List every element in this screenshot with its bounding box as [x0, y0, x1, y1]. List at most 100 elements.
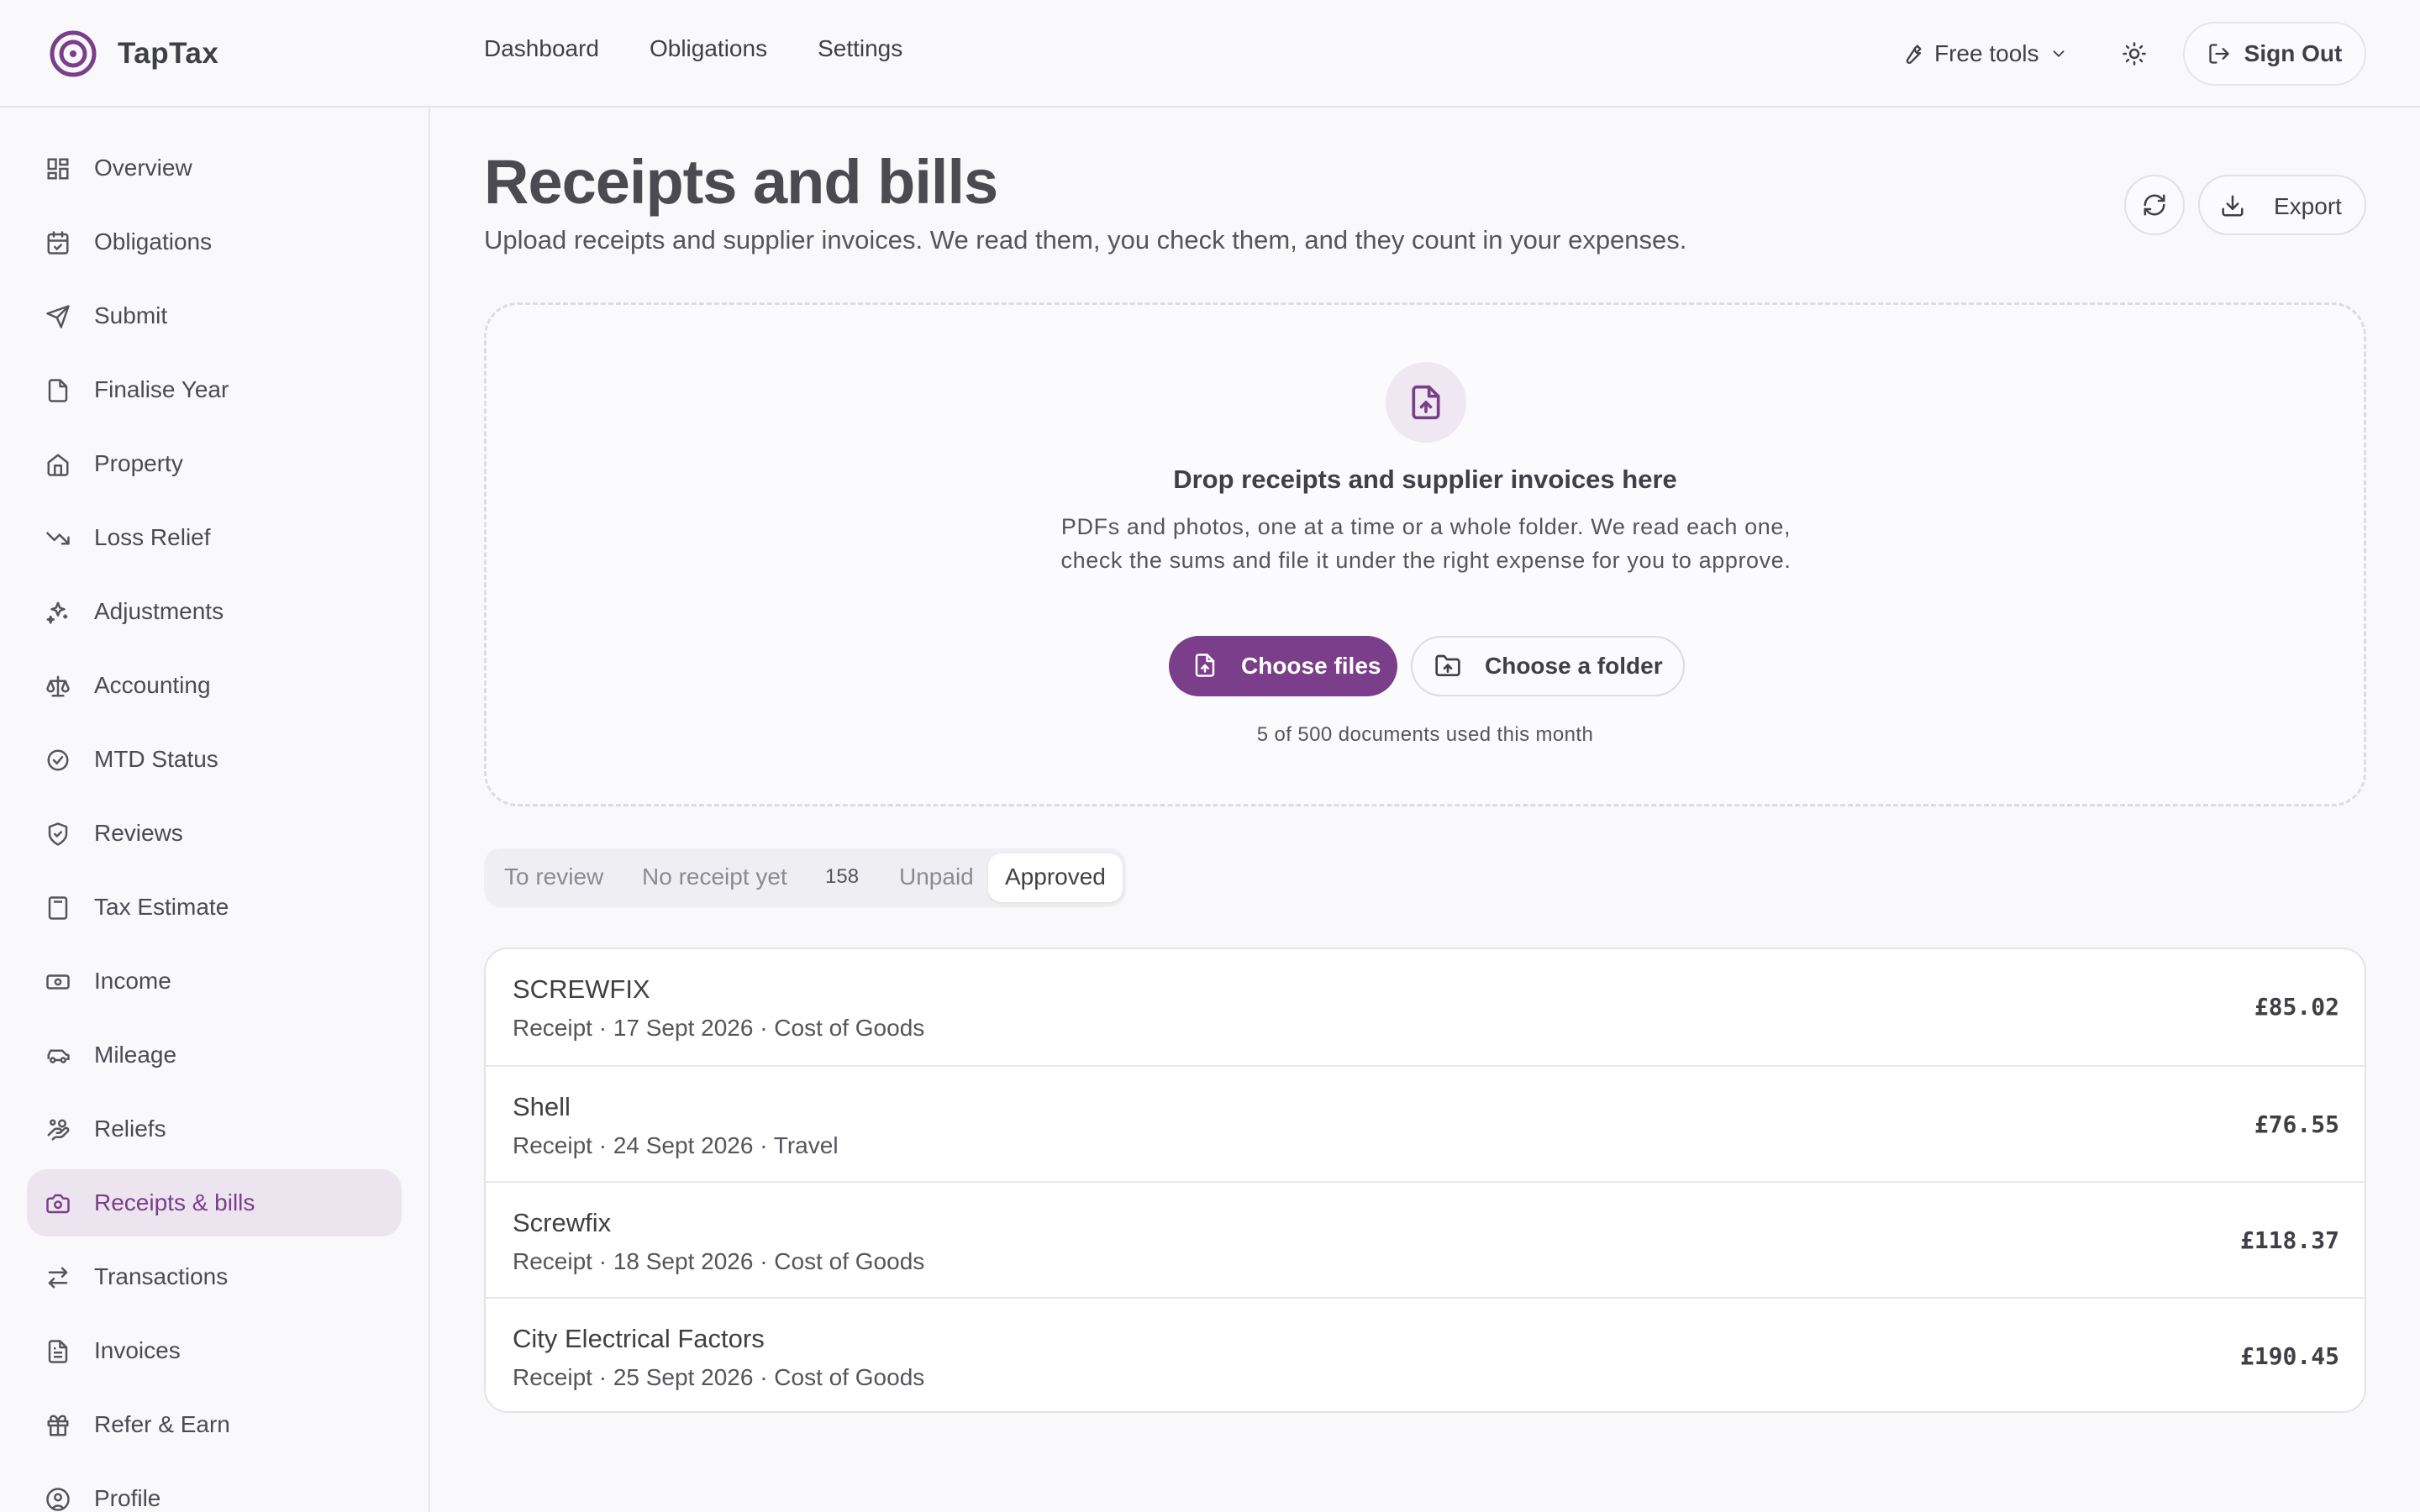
sidebar-item-accounting[interactable]: Accounting [27, 652, 402, 719]
sidebar-item-receipts-bills[interactable]: Receipts & bills [27, 1169, 402, 1236]
dropzone-description: PDFs and photos, one at a time or a whol… [1060, 514, 1791, 573]
app-name: TapTax [118, 37, 219, 70]
theme-toggle-button[interactable] [2118, 37, 2151, 71]
choose-folder-button[interactable]: Choose a folder [1411, 636, 1685, 696]
nav-obligations[interactable]: Obligations [650, 35, 767, 62]
sidebar-item-transactions[interactable]: Transactions [27, 1243, 402, 1310]
hand-coins-icon [47, 1119, 70, 1141]
receipt-meta: Receipt · 17 Sept 2026 · Cost of Goods [513, 1015, 925, 1041]
sidebar-item-label: Transactions [94, 1263, 229, 1289]
sidebar-item-label: Adjustments [94, 598, 224, 624]
receipt-supplier: City Electrical Factors [513, 1324, 765, 1353]
sidebar-item-tax-estimate[interactable]: Tax Estimate [27, 874, 402, 941]
chevron-down-icon [2053, 50, 2064, 58]
sidebar-item-label: Mileage [94, 1042, 177, 1068]
sidebar-item-loss-relief[interactable]: Loss Relief [27, 504, 402, 571]
folder-upload-icon [1435, 654, 1460, 676]
calendar-check-icon [47, 231, 69, 255]
list-item[interactable]: City Electrical Factors Receipt · 25 Sep… [486, 1297, 2365, 1411]
calculator-icon [48, 896, 68, 920]
sidebar-item-reviews[interactable]: Reviews [27, 800, 402, 867]
sidebar-item-label: Obligations [94, 228, 213, 255]
sidebar-item-submit[interactable]: Submit [27, 282, 402, 349]
brand[interactable]: TapTax [49, 25, 218, 82]
sidebar-item-label: Accounting [94, 672, 211, 698]
sidebar-item-finalise-year[interactable]: Finalise Year [27, 356, 402, 423]
receipt-amount: £118.37 [2239, 1226, 2339, 1254]
sidebar-item-mtd-status[interactable]: MTD Status [27, 726, 402, 793]
sidebar-item-obligations[interactable]: Obligations [27, 208, 402, 276]
sidebar-item-label: Loss Relief [94, 524, 211, 550]
list-item[interactable]: Screwfix Receipt · 18 Sept 2026 · Cost o… [486, 1181, 2365, 1297]
sidebar-item-refer-earn[interactable]: Refer & Earn [27, 1391, 402, 1458]
banknote-icon [46, 974, 70, 990]
log-out-icon [2209, 44, 2229, 64]
sidebar-item-label: Invoices [94, 1337, 181, 1363]
top-nav: Dashboard Obligations Settings [484, 35, 902, 62]
choose-files-button[interactable]: Choose files [1169, 636, 1397, 696]
export-button[interactable]: Export [2198, 175, 2366, 235]
gift-icon [47, 1415, 69, 1436]
arrows-swap-icon [48, 1267, 68, 1289]
tab-unpaid[interactable]: Unpaid [899, 864, 974, 890]
refresh-icon [2144, 194, 2165, 216]
receipt-meta: Receipt · 18 Sept 2026 · Cost of Goods [513, 1248, 925, 1274]
dropzone-title: Drop receipts and supplier invoices here [1173, 465, 1677, 494]
choose-files-label: Choose files [1241, 653, 1381, 679]
receipt-amount: £85.02 [2254, 993, 2339, 1021]
sidebar-item-label: Overview [94, 155, 192, 181]
list-item[interactable]: SCREWFIX Receipt · 17 Sept 2026 · Cost o… [486, 949, 2365, 1065]
send-icon [46, 305, 70, 328]
nav-dashboard[interactable]: Dashboard [484, 35, 599, 62]
refresh-button[interactable] [2124, 175, 2185, 235]
usage-counter: 5 of 500 documents used this month [1256, 723, 1594, 746]
receipts-list: SCREWFIX Receipt · 17 Sept 2026 · Cost o… [484, 948, 2366, 1413]
document-icon [48, 379, 68, 402]
sidebar-item-overview[interactable]: Overview [27, 134, 402, 202]
download-icon [2222, 195, 2244, 217]
upload-dropzone[interactable]: Drop receipts and supplier invoices here… [484, 302, 2366, 806]
sidebar-item-reliefs[interactable]: Reliefs [27, 1095, 402, 1163]
sidebar-item-invoices[interactable]: Invoices [27, 1317, 402, 1384]
sidebar: Overview Obligations Submit Finalise Yea… [0, 108, 430, 1512]
sidebar-item-adjustments[interactable]: Adjustments [27, 578, 402, 645]
choose-folder-label: Choose a folder [1485, 653, 1663, 679]
sidebar-item-label: Income [94, 968, 171, 994]
list-item[interactable]: Shell Receipt · 24 Sept 2026 · Travel £7… [486, 1065, 2365, 1181]
receipt-meta: Receipt · 24 Sept 2026 · Travel [513, 1132, 839, 1158]
sidebar-item-label: Reliefs [94, 1116, 166, 1142]
grid-icon [47, 158, 69, 180]
sidebar-item-income[interactable]: Income [27, 948, 402, 1015]
sign-out-label: Sign Out [2244, 40, 2343, 66]
sidebar-item-label: Submit [94, 302, 168, 328]
sidebar-item-property[interactable]: Property [27, 430, 402, 497]
sidebar-item-profile[interactable]: Profile [27, 1465, 402, 1512]
nav-settings[interactable]: Settings [818, 35, 902, 62]
tab-no-receipt-yet[interactable]: No receipt yet [642, 864, 787, 890]
tab-to-review[interactable]: To review [504, 864, 603, 890]
receipt-supplier: Shell [513, 1092, 571, 1121]
file-text-icon [48, 1340, 68, 1363]
export-label: Export [2274, 193, 2342, 219]
tab-approved[interactable]: Approved [988, 853, 1123, 902]
logo-icon [50, 30, 97, 77]
receipt-supplier: SCREWFIX [513, 974, 650, 1004]
page-title: Receipts and bills [484, 147, 998, 217]
sidebar-item-label: Property [94, 450, 183, 476]
sidebar-item-label: Receipts & bills [94, 1189, 255, 1215]
top-header: TapTax Dashboard Obligations Settings Fr… [0, 0, 2420, 108]
free-tools-dropdown[interactable]: Free tools [1901, 37, 2068, 71]
file-upload-icon [1195, 654, 1215, 677]
sidebar-item-mileage[interactable]: Mileage [27, 1021, 402, 1089]
sidebar-item-label: Tax Estimate [94, 894, 229, 920]
sparkles-icon [46, 601, 68, 624]
scale-icon [46, 675, 70, 697]
sidebar-item-label: Finalise Year [94, 376, 229, 402]
trending-down-icon [46, 532, 70, 545]
home-icon [47, 454, 69, 476]
sidebar-item-label: Refer & Earn [94, 1411, 230, 1437]
sidebar-item-label: MTD Status [94, 746, 218, 772]
upload-file-badge [1386, 362, 1466, 443]
file-upload-icon [1412, 385, 1440, 420]
sign-out-button[interactable]: Sign Out [2183, 22, 2366, 86]
